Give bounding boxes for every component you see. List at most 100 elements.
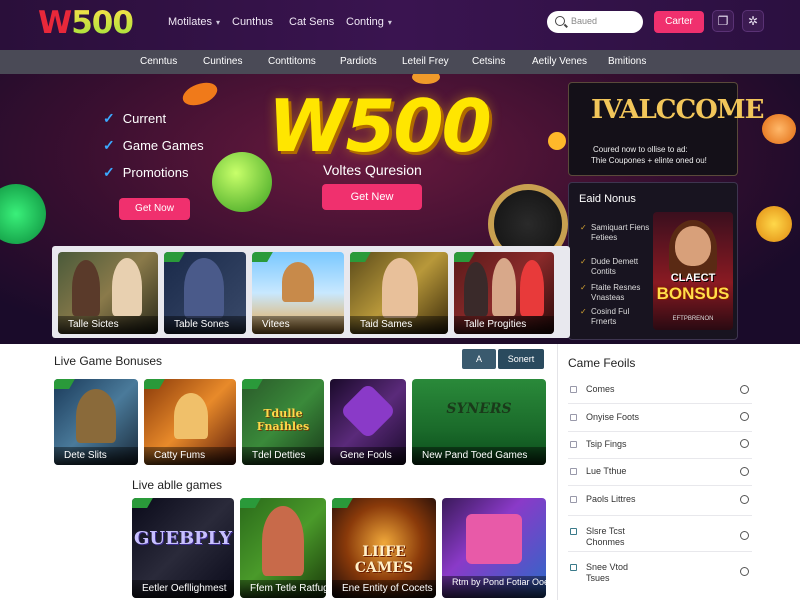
radio-button[interactable] — [740, 385, 749, 394]
nav-item-cat-sens[interactable]: Cat Sens — [289, 16, 334, 28]
nav-item-cunthus[interactable]: Cunthus — [232, 16, 273, 28]
new-tag — [454, 252, 475, 262]
game-tile[interactable]: Tdulle Fnaihles Tdel Detties — [242, 379, 324, 465]
feed-row[interactable]: Slsre Tcst Chonmes — [568, 518, 752, 552]
feed-row[interactable]: Lue Tthue — [568, 458, 752, 486]
game-tile-label: Talle Sictes — [58, 316, 158, 334]
checklist-item: ✓ Game Games — [103, 137, 204, 153]
checkbox[interactable] — [570, 496, 577, 503]
game-tile[interactable]: LIIFE CAMES Ene Entity of Cocets — [332, 498, 436, 598]
hero-checklist: ✓ Current ✓ Game Games ✓ Promotions — [103, 110, 204, 191]
game-tile-caption: LIIFE CAMES — [354, 544, 414, 576]
feed-row[interactable]: Snee Vtod Tsues — [568, 554, 752, 588]
checklist-item: ✓ Promotions — [103, 164, 189, 180]
game-tile-label: Ene Entity of Cocets — [332, 580, 436, 598]
checkbox[interactable] — [570, 441, 577, 448]
feed-row[interactable]: Onyise Foots — [568, 404, 752, 432]
check-icon: ✓ — [103, 110, 115, 126]
feed-row[interactable]: Tsip Fings — [568, 431, 752, 459]
welcome-text: Thie Coupones + elinte oned ou! — [591, 156, 707, 165]
radio-button[interactable] — [740, 495, 749, 504]
hero-subtitle: Voltes Quresion — [323, 162, 422, 178]
game-tile-caption: Tdulle Fnaihles — [256, 407, 310, 433]
sort-toggle[interactable]: Sonert — [498, 349, 544, 369]
subnav-item[interactable]: Bmitions — [608, 56, 646, 67]
character-image — [492, 258, 516, 316]
radio-button[interactable] — [740, 467, 749, 476]
checkbox[interactable] — [570, 468, 577, 475]
sub-navigation: Cenntus Cuntines Conttitoms Pardiots Let… — [0, 50, 800, 74]
character-image — [112, 258, 142, 316]
checkbox[interactable] — [570, 528, 577, 535]
subnav-item[interactable]: Conttitoms — [268, 56, 316, 67]
welcome-panel[interactable]: IVALCCOME Coured now to ollise to ad: Th… — [568, 82, 764, 176]
game-tile[interactable]: Taid Sames — [350, 252, 448, 334]
game-tile[interactable]: Ffem Tetle Ratfuges — [240, 498, 326, 598]
game-tile[interactable]: Dete Slits — [54, 379, 138, 465]
bonus-item[interactable]: Ftaite Resnes Vnasteas — [580, 283, 651, 303]
game-tile[interactable]: Vitees — [252, 252, 344, 334]
game-tile[interactable]: Gene Fools — [330, 379, 406, 465]
radio-button[interactable] — [740, 567, 749, 576]
nav-item-conting[interactable]: Conting ▾ — [346, 16, 392, 28]
subnav-item[interactable]: Leteil Frey — [402, 56, 449, 67]
game-tile-label: Eetler Oefllighmest — [132, 580, 234, 598]
game-tile-label: Talle Progities — [454, 316, 554, 334]
game-tile-label: Rtm by Pond Fotiar Ooes — [442, 576, 546, 598]
header-cta-button[interactable]: Carter — [654, 11, 704, 33]
search-input[interactable]: Baued — [547, 11, 643, 33]
chevron-down-icon: ▾ — [387, 18, 392, 27]
feed-row[interactable]: Comes — [568, 376, 752, 404]
view-toggle-a[interactable]: A — [462, 349, 496, 369]
bonus-item[interactable]: Dude Demett Contits — [580, 257, 651, 277]
new-tag — [54, 379, 75, 389]
new-tag — [350, 252, 371, 262]
game-tile[interactable]: SYNERS New Pand Toed Games — [412, 379, 546, 465]
hero-get-now-button[interactable]: Get Now — [119, 198, 190, 220]
subnav-item[interactable]: Cetsins — [472, 56, 505, 67]
subnav-item[interactable]: Pardiots — [340, 56, 377, 67]
check-icon: ✓ — [103, 164, 115, 180]
feed-row[interactable]: Paols Littres — [568, 486, 752, 516]
brand-logo[interactable]: W500 — [38, 6, 134, 40]
game-tile[interactable]: Table Sones — [164, 252, 246, 334]
radio-button[interactable] — [740, 439, 749, 448]
subnav-item[interactable]: Cuntines — [203, 56, 242, 67]
radio-button[interactable] — [740, 531, 749, 540]
game-tile-label: Ffem Tetle Ratfuges — [240, 580, 326, 598]
coin-icon — [762, 114, 796, 144]
bonus-item[interactable]: Samiquart Fiens Fetiees — [580, 223, 651, 243]
nav-item-motilates[interactable]: Motilates ▾ — [168, 16, 220, 28]
clipboard-icon[interactable]: ❐ — [712, 10, 734, 32]
radio-button[interactable] — [740, 412, 749, 421]
game-tile-label: Dete Slits — [54, 447, 138, 465]
character-face — [675, 226, 711, 266]
top-header: W500 Motilates ▾ Cunthus Cat Sens Conting… — [0, 0, 800, 50]
casino-chip-icon — [212, 152, 272, 212]
new-tag — [240, 498, 261, 508]
new-tag — [144, 379, 165, 389]
character-image — [520, 260, 544, 316]
game-tile[interactable]: Talle Progities — [454, 252, 554, 334]
checkbox[interactable] — [570, 564, 577, 571]
game-tile[interactable]: GUEBPLY Eetler Oefllighmest — [132, 498, 234, 598]
checkbox[interactable] — [570, 386, 577, 393]
settings-icon[interactable]: ✲ — [742, 10, 764, 32]
bonus-card-title: BONSUS — [656, 284, 730, 303]
check-icon: ✓ — [103, 137, 115, 153]
character-image — [282, 262, 314, 302]
checkbox[interactable] — [570, 414, 577, 421]
game-tile[interactable]: Rtm by Pond Fotiar Ooes — [442, 498, 546, 598]
subnav-item[interactable]: Cenntus — [140, 56, 177, 67]
new-tag — [242, 379, 263, 389]
subnav-item[interactable]: Aetily Venes — [532, 56, 587, 67]
bonus-panel-heading: Eaid Nonus — [579, 193, 636, 205]
bonus-card-caption: EFTPBRENON — [672, 316, 714, 322]
section-heading-live-bonuses: Live Game Bonuses — [54, 354, 163, 368]
claim-bonus-card[interactable]: CLAECT BONSUS EFTPBRENON — [653, 212, 733, 330]
gem-icon — [339, 382, 397, 440]
hero-get-new-button[interactable]: Get New — [322, 184, 422, 210]
game-tile[interactable]: Talle Sictes — [58, 252, 158, 334]
bonus-item[interactable]: Cosind Ful Frnerts — [580, 307, 651, 327]
game-tile[interactable]: Catty Fums — [144, 379, 236, 465]
